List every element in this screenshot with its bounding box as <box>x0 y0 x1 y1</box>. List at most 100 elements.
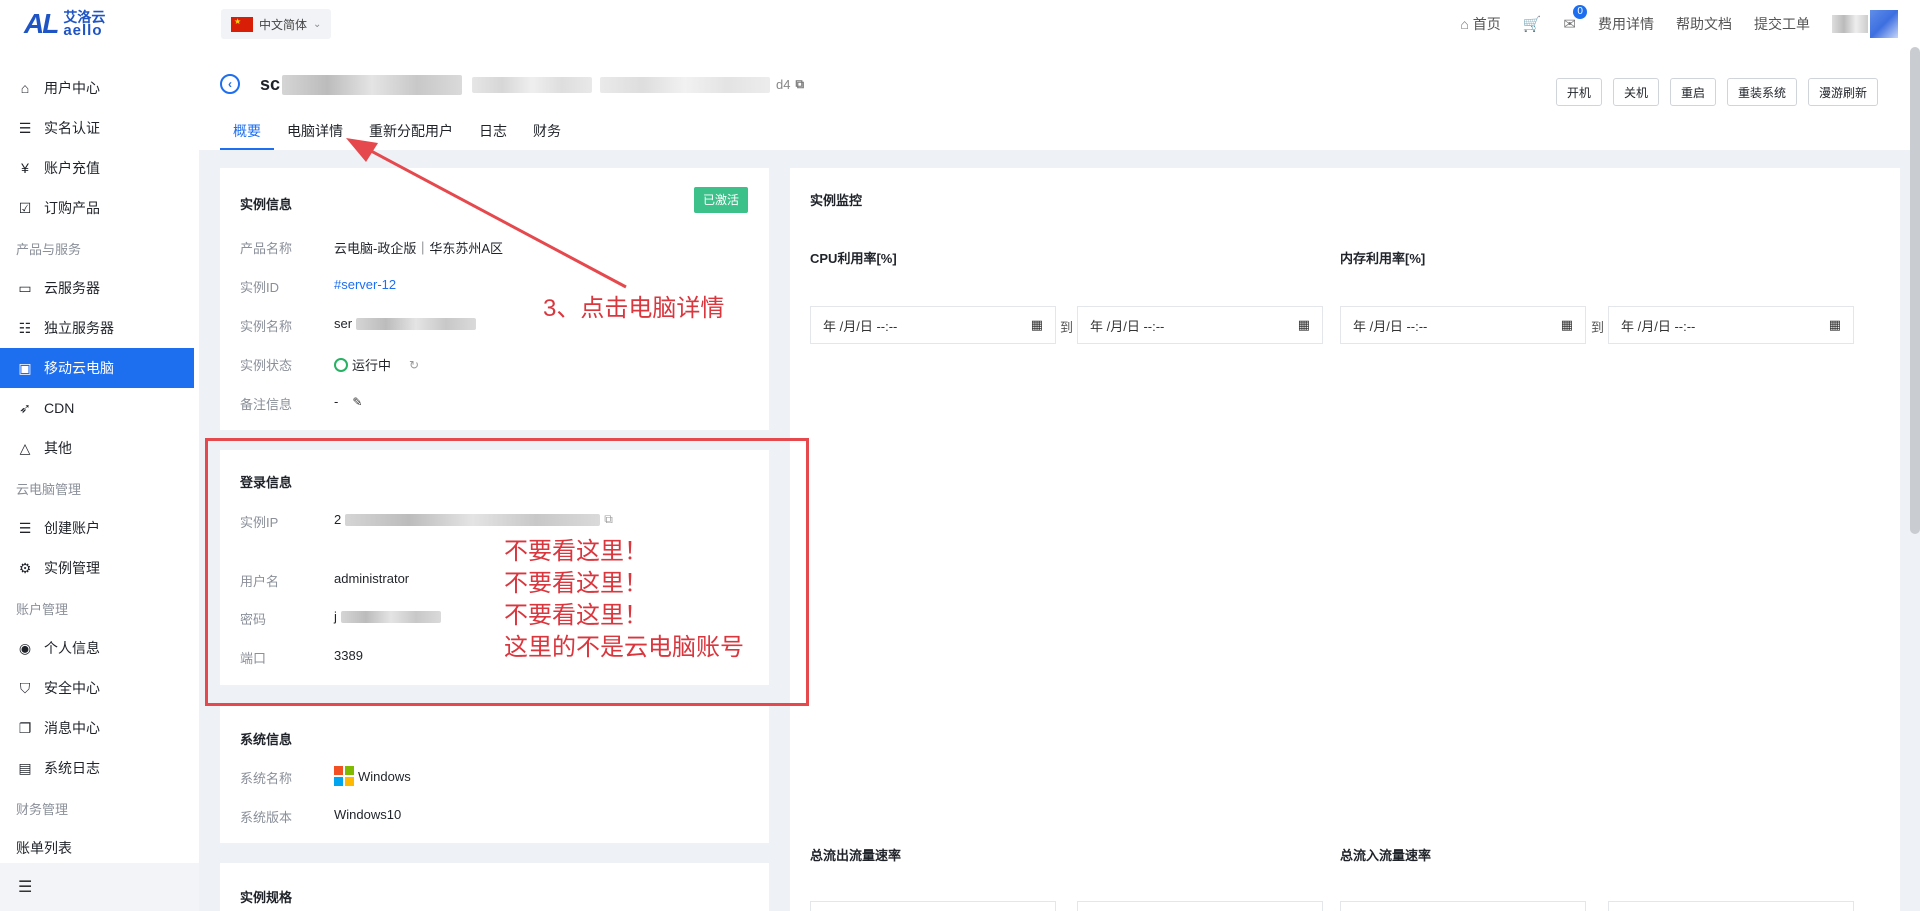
reinstall-button[interactable]: 重装系统 <box>1726 78 1797 106</box>
outbound-start-date-input[interactable] <box>810 901 1056 911</box>
sidebar-item-order[interactable]: ☑ 订购产品 <box>0 188 194 228</box>
avatar[interactable] <box>1870 10 1898 38</box>
inbound-end-date-input[interactable] <box>1608 901 1854 911</box>
language-label: 中文简体 <box>259 17 308 32</box>
instance-state-value: 运行中 ↻ <box>334 355 419 374</box>
memory-end-date-input[interactable]: 年 /月/日 --:-- ▦ <box>1608 306 1854 344</box>
monitor-title: 实例监控 <box>810 193 863 208</box>
warning-annotation: 不要看这里！ 不要看这里！ 不要看这里！ 这里的不是云电脑账号 <box>504 536 744 664</box>
running-status-icon <box>334 357 348 372</box>
top-bar: AL 艾洛云 aello 中文简体 ⌄ ⌂ 首页 🛒 ✉0 费用详情 帮助文档 … <box>0 0 1920 47</box>
chevron-down-icon: ⌄ <box>313 18 322 30</box>
warning-line: 不要看这里！ <box>504 570 648 597</box>
sidebar-item-user-center[interactable]: ⌂ 用户中心 <box>0 68 194 108</box>
sidebar-item-system-log[interactable]: ▤ 系统日志 <box>0 748 194 788</box>
note-label: 备注信息 <box>240 397 293 412</box>
tab-overview[interactable]: 概要 <box>220 121 274 150</box>
copy-icon[interactable]: ⧉ <box>796 77 805 92</box>
page-header: ‹ sc d4 ⧉ 开机 关机 重启 重装系统 漫游刷新 概要 电脑详情 重新分… <box>199 47 1920 150</box>
page-scrollbar[interactable] <box>1910 47 1920 534</box>
billing-link[interactable]: 费用详情 <box>1598 14 1654 34</box>
edit-icon[interactable]: ✎ <box>352 395 362 409</box>
restart-button[interactable]: 重启 <box>1669 78 1716 106</box>
sidebar-item-profile[interactable]: ◉ 个人信息 <box>0 628 194 668</box>
sidebar-item-dedicated-server[interactable]: ☷ 独立服务器 <box>0 308 194 348</box>
language-selector[interactable]: 中文简体 ⌄ <box>221 9 332 39</box>
sidebar-item-label: 移动云电脑 <box>44 360 114 376</box>
system-version-label: 系统版本 <box>240 810 293 825</box>
tab-logs[interactable]: 日志 <box>466 121 520 150</box>
back-button[interactable]: ‹ <box>220 74 240 94</box>
sidebar-item-cdn[interactable]: ➶ CDN <box>0 388 194 428</box>
cart-icon[interactable]: 🛒 <box>1523 15 1542 33</box>
system-version-value: Windows10 <box>334 807 402 822</box>
sidebar-item-bills[interactable]: 账单列表 <box>0 828 194 868</box>
sidebar-item-cloud-server[interactable]: ▭ 云服务器 <box>0 268 194 308</box>
instance-id-link[interactable]: #server-12 <box>334 277 396 292</box>
cpu-end-date-input[interactable]: 年 /月/日 --:-- ▦ <box>1077 306 1323 344</box>
outbound-end-date-input[interactable] <box>1077 901 1323 911</box>
sidebar-group-account: 账户管理 <box>16 602 69 617</box>
sidebar-item-label: 安全中心 <box>44 680 100 696</box>
help-link[interactable]: 帮助文档 <box>1676 14 1732 34</box>
message-badge: 0 <box>1573 4 1587 19</box>
home-link[interactable]: ⌂ 首页 <box>1460 14 1500 34</box>
triangle-icon: △ <box>19 439 31 456</box>
sidebar-item-instance-manage[interactable]: ⚙ 实例管理 <box>0 548 194 588</box>
home-icon: ⌂ <box>20 80 30 96</box>
power-off-button[interactable]: 关机 <box>1612 78 1659 106</box>
outbound-rate-title: 总流出流量速率 <box>810 848 902 863</box>
username[interactable] <box>1832 14 1868 33</box>
chevron-left-icon: ‹ <box>228 77 232 91</box>
sidebar-item-recharge[interactable]: ¥ 账户充值 <box>0 148 194 188</box>
sidebar-item-label: 个人信息 <box>44 640 100 656</box>
instance-spec-title: 实例规格 <box>240 890 293 905</box>
sidebar-item-other[interactable]: △ 其他 <box>0 428 194 468</box>
logo[interactable]: AL 艾洛云 aello <box>24 8 105 40</box>
cpu-start-date-input[interactable]: 年 /月/日 --:-- ▦ <box>810 306 1056 344</box>
sidebar-item-mobile-cloud-pc[interactable]: ▣ 移动云电脑 <box>0 348 194 388</box>
logo-en: aello <box>63 22 103 39</box>
sidebar-item-security[interactable]: ⛉ 安全中心 <box>0 668 194 708</box>
status-badge: 已激活 <box>694 187 749 213</box>
warning-line: 不要看这里！ <box>504 602 648 629</box>
sidebar-item-label: 用户中心 <box>44 80 100 96</box>
sidebar-item-real-name[interactable]: ☰ 实名认证 <box>0 108 194 148</box>
power-on-button[interactable]: 开机 <box>1555 78 1602 106</box>
tab-pc-details[interactable]: 电脑详情 <box>274 121 356 150</box>
roaming-refresh-button[interactable]: 漫游刷新 <box>1807 78 1878 106</box>
instance-monitor-panel: 实例监控 CPU利用率[%] 内存利用率[%] 年 /月/日 --:-- ▦ 到 … <box>790 168 1900 911</box>
ticket-link[interactable]: 提交工单 <box>1754 14 1810 34</box>
memory-start-date-input[interactable]: 年 /月/日 --:-- ▦ <box>1340 306 1586 344</box>
product-name-label: 产品名称 <box>240 241 293 256</box>
title-redacted <box>282 74 463 95</box>
title-redacted-2 <box>472 76 593 93</box>
home-label: 首页 <box>1472 15 1501 32</box>
instance-actions: 开机 关机 重启 重装系统 漫游刷新 <box>1555 78 1878 106</box>
calendar-icon: ▦ <box>1297 317 1310 332</box>
instance-state-text: 运行中 <box>352 358 392 373</box>
memory-chart-title: 内存利用率[%] <box>1340 251 1426 266</box>
tab-reassign-user[interactable]: 重新分配用户 <box>356 121 466 150</box>
sidebar-item-label: 其他 <box>44 440 72 456</box>
user-circle-icon: ◉ <box>18 639 32 656</box>
sidebar-item-label: 账户充值 <box>44 160 100 176</box>
sidebar-item-messages[interactable]: ❐ 消息中心 <box>0 708 194 748</box>
tab-finance[interactable]: 财务 <box>520 121 574 150</box>
refresh-icon[interactable]: ↻ <box>409 358 419 372</box>
sidebar-collapse-button[interactable]: ☰ <box>0 863 199 911</box>
system-name-value: Windows <box>334 766 411 786</box>
sidebar-item-label: 系统日志 <box>44 760 100 776</box>
calendar-icon: ▦ <box>1560 317 1573 332</box>
inbound-start-date-input[interactable] <box>1340 901 1586 911</box>
file-icon: ▤ <box>18 759 32 776</box>
server-icon: ▭ <box>18 279 32 296</box>
sidebar-item-label: 创建账户 <box>44 520 100 536</box>
sidebar-item-create-account[interactable]: ☰ 创建账户 <box>0 508 194 548</box>
calendar-icon: ▦ <box>1828 317 1841 332</box>
instance-name-redacted <box>356 317 477 330</box>
tab-bar: 概要 电脑详情 重新分配用户 日志 财务 <box>220 121 574 150</box>
warning-line: 这里的不是云电脑账号 <box>504 634 744 661</box>
mail-icon[interactable]: ✉ 0 <box>1563 4 1587 33</box>
create-account-icon: ☰ <box>18 519 32 536</box>
